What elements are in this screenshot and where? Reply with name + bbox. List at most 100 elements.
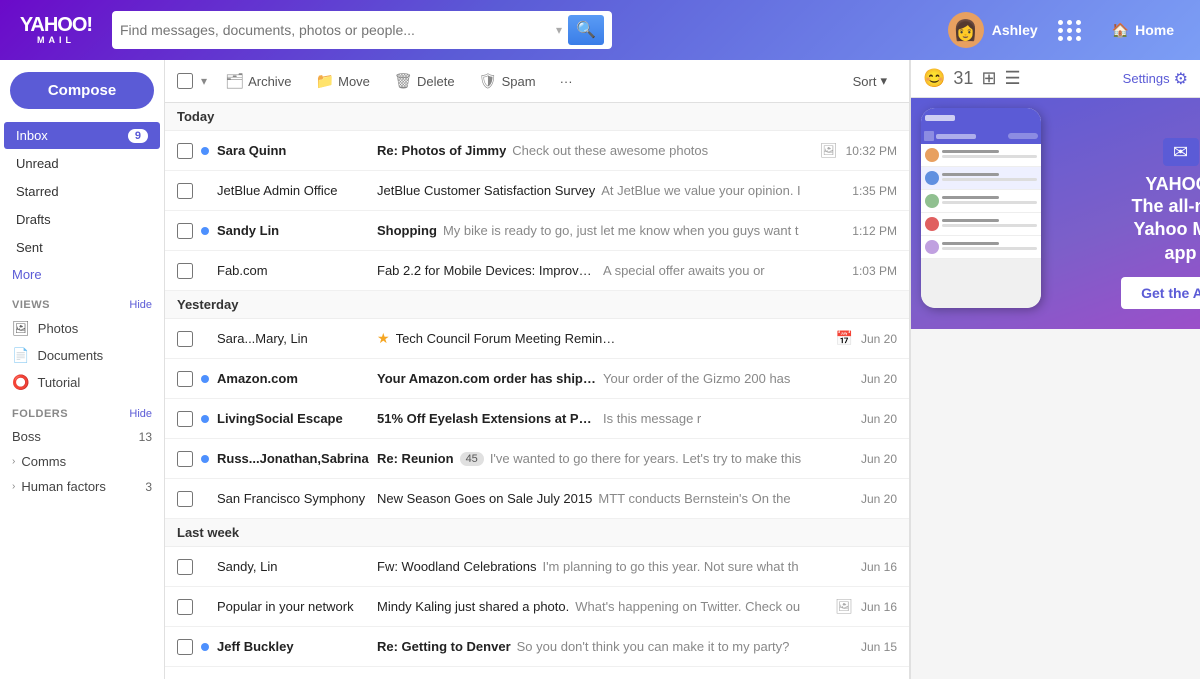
table-row[interactable]: Russ...Jonathan,Sabrina Re: Reunion 45 I…	[165, 439, 909, 479]
table-row[interactable]: Amazon.com Your Amazon.com order has shi…	[165, 359, 909, 399]
preview: MTT conducts Bernstein's On the	[598, 491, 853, 506]
table-row[interactable]: Sara...Mary, Lin ★ Tech Council Forum Me…	[165, 319, 909, 359]
right-header: 😊 31 ⊞ ☰ Settings ⚙	[911, 60, 1200, 98]
email-checkbox[interactable]	[177, 183, 193, 199]
table-row[interactable]: Jeff Buckley Re: Getting to Denver So yo…	[165, 627, 909, 667]
email-time: Jun 20	[861, 412, 897, 426]
email-time: 1:35 PM	[852, 184, 897, 198]
email-meta: Jun 20	[861, 412, 897, 426]
email-content: Fw: Woodland Celebrations I'm planning t…	[377, 559, 853, 574]
settings-link[interactable]: Settings ⚙	[1123, 69, 1188, 89]
archive-button[interactable]: 🗂 Archive	[215, 68, 301, 94]
home-link[interactable]: 🏠 Home	[1102, 16, 1184, 45]
folder-badge: 3	[145, 480, 152, 494]
email-checkbox[interactable]	[177, 371, 193, 387]
sidebar-item-sent[interactable]: Sent	[4, 234, 160, 261]
calendar-icon[interactable]: 31	[953, 68, 973, 89]
preview: At JetBlue we value your opinion. I	[601, 183, 844, 198]
spam-button[interactable]: 🛡 Spam	[469, 68, 546, 94]
email-content: Fab 2.2 for Mobile Devices: Improved Dig…	[377, 263, 844, 278]
sender: Sara Quinn	[217, 143, 377, 158]
sort-button[interactable]: Sort ▾	[843, 69, 897, 93]
table-row[interactable]: Fab.com Fab 2.2 for Mobile Devices: Impr…	[165, 251, 909, 291]
user-area[interactable]: 👩 Ashley	[948, 12, 1038, 48]
folder-item-boss[interactable]: Boss13	[0, 424, 164, 449]
select-all-checkbox[interactable]	[177, 73, 193, 89]
email-checkbox[interactable]	[177, 143, 193, 159]
search-dropdown-arrow[interactable]: ▾	[550, 23, 568, 37]
table-row[interactable]: Chase Card Services Thank you for schedu…	[165, 667, 909, 679]
sender: LivingSocial Escape	[217, 411, 377, 426]
email-time: Jun 20	[861, 452, 897, 466]
sidebar-item-label: Inbox	[16, 128, 48, 143]
email-checkbox[interactable]	[177, 331, 193, 347]
unread-dot	[201, 415, 209, 423]
folder-item-human-factors[interactable]: ›Human factors3	[0, 474, 164, 499]
folders-hide-btn[interactable]: Hide	[129, 408, 152, 420]
unread-dot	[201, 375, 209, 383]
grid-view-icon[interactable]: ⊞	[981, 68, 996, 89]
email-content: JetBlue Customer Satisfaction Survey At …	[377, 183, 844, 198]
more-options-button[interactable]: ···	[550, 70, 583, 93]
ad-phone-mockup	[921, 108, 1041, 308]
email-checkbox[interactable]	[177, 263, 193, 279]
apps-grid-icon[interactable]	[1054, 16, 1086, 45]
search-bar: ▾ 🔍	[112, 11, 612, 49]
table-row[interactable]: Popular in your network Mindy Kaling jus…	[165, 587, 909, 627]
views-hide-btn[interactable]: Hide	[129, 299, 152, 311]
move-button[interactable]: 📁 Move	[305, 68, 379, 94]
views-item-tutorial[interactable]: ⭕Tutorial	[0, 369, 164, 396]
sidebar-item-label: Starred	[16, 184, 59, 199]
table-row[interactable]: JetBlue Admin Office JetBlue Customer Sa…	[165, 171, 909, 211]
views-item-documents[interactable]: 📄Documents	[0, 342, 164, 369]
get-app-button[interactable]: Get the App	[1121, 277, 1200, 309]
email-checkbox[interactable]	[177, 599, 193, 615]
email-checkbox[interactable]	[177, 491, 193, 507]
email-checkbox[interactable]	[177, 639, 193, 655]
search-button[interactable]: 🔍	[568, 15, 604, 45]
calendar-icon: 📅	[836, 330, 853, 347]
table-row[interactable]: Sandy Lin Shopping My bike is ready to g…	[165, 211, 909, 251]
nav-items: Inbox9 Unread Starred DraftsSentMore	[0, 121, 164, 287]
yahoo-logo: YAHOO! MAIL	[16, 15, 96, 45]
views-item-photos[interactable]: 🖼Photos	[0, 315, 164, 342]
list-view-icon[interactable]: ☰	[1005, 68, 1021, 89]
search-input[interactable]	[120, 22, 550, 38]
email-meta: 1:03 PM	[852, 264, 897, 278]
email-time: Jun 16	[861, 560, 897, 574]
sidebar-item-label: Unread	[16, 156, 59, 171]
email-content: Mindy Kaling just shared a photo. What's…	[377, 599, 827, 614]
folder-item-comms[interactable]: ›Comms	[0, 449, 164, 474]
sidebar: Compose Inbox9 Unread Starred DraftsSentMor…	[0, 60, 165, 679]
email-time: 1:03 PM	[852, 264, 897, 278]
preview: My bike is ready to go, just let me know…	[443, 223, 844, 238]
email-meta: Jun 15	[861, 640, 897, 654]
sidebar-item-inbox[interactable]: Inbox9	[4, 122, 160, 149]
table-row[interactable]: San Francisco Symphony New Season Goes o…	[165, 479, 909, 519]
email-checkbox[interactable]	[177, 411, 193, 427]
star-icon: ★	[377, 330, 390, 347]
sidebar-item-unread[interactable]: Unread	[4, 150, 160, 177]
table-row[interactable]: Sara Quinn Re: Photos of Jimmy Check out…	[165, 131, 909, 171]
delete-button[interactable]: 🗑 Delete	[384, 68, 465, 94]
user-name: Ashley	[992, 22, 1038, 38]
folders-section-header: Folders Hide	[0, 396, 164, 424]
table-row[interactable]: LivingSocial Escape 51% Off Eyelash Exte…	[165, 399, 909, 439]
preview: I'm planning to go this year. Not sure w…	[542, 559, 853, 574]
section-header: Yesterday	[165, 291, 909, 319]
spam-icon: 🛡	[479, 72, 498, 90]
checkbox-dropdown[interactable]: ▾	[201, 74, 207, 88]
sidebar-item-starred[interactable]: Starred	[4, 178, 160, 205]
sidebar-item-more[interactable]: More	[0, 262, 164, 287]
folder-label: Comms	[21, 454, 66, 469]
avatar: 👩	[948, 12, 984, 48]
preview: So you don't think you can make it to my…	[517, 639, 853, 654]
compose-button[interactable]: Compose	[10, 72, 154, 109]
email-checkbox[interactable]	[177, 559, 193, 575]
table-row[interactable]: Sandy, Lin Fw: Woodland Celebrations I'm…	[165, 547, 909, 587]
email-checkbox[interactable]	[177, 451, 193, 467]
smiley-icon[interactable]: 😊	[923, 68, 945, 89]
email-checkbox[interactable]	[177, 223, 193, 239]
sidebar-item-drafts[interactable]: Drafts	[4, 206, 160, 233]
expand-icon: ›	[12, 481, 15, 492]
